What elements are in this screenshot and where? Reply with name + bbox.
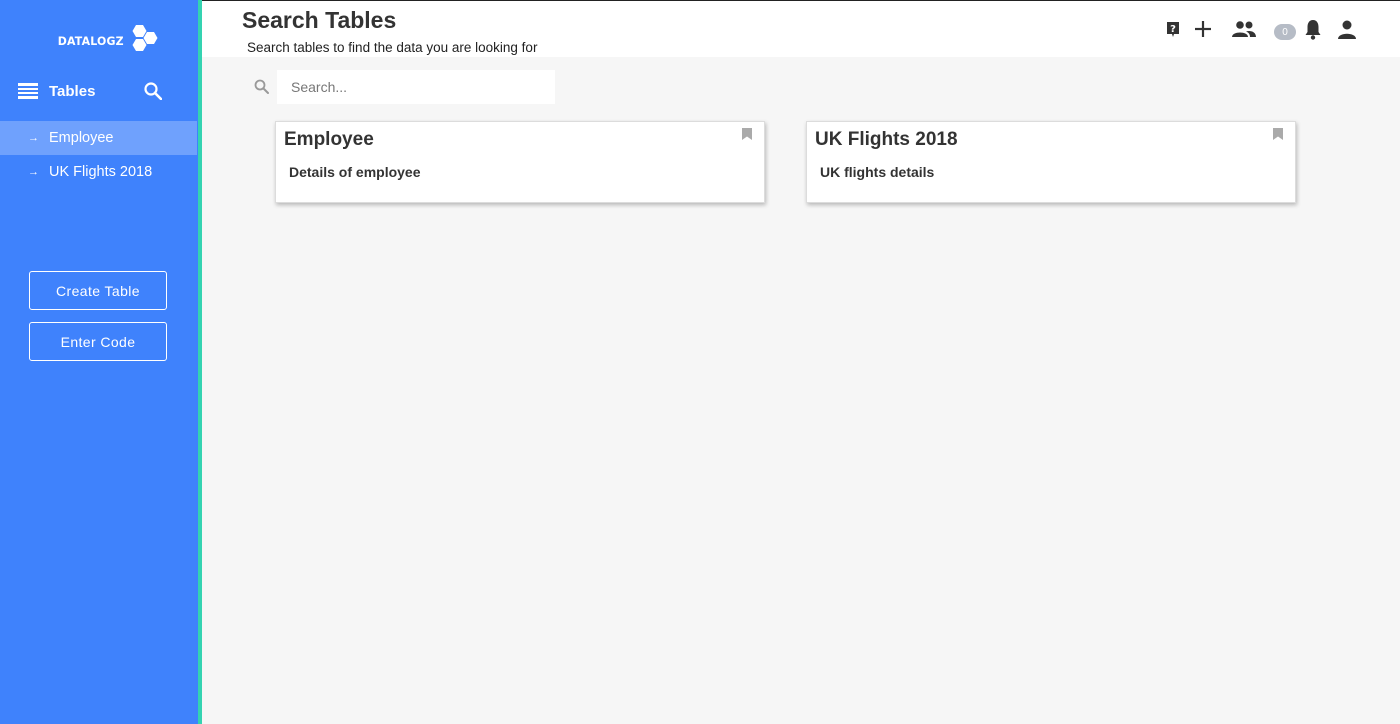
card-title: UK Flights 2018 — [815, 129, 958, 150]
bookmark-icon[interactable] — [1273, 127, 1283, 145]
card-description: Details of employee — [289, 164, 421, 180]
bell-icon[interactable] — [1304, 19, 1322, 40]
svg-text:?: ? — [1170, 24, 1176, 35]
sidebar-item-employee[interactable]: → Employee — [0, 121, 197, 155]
sidebar-accent-border — [198, 0, 202, 724]
arrow-right-icon: → — [28, 132, 39, 144]
logo-hexagons-icon — [132, 25, 158, 51]
help-icon[interactable]: ? — [1165, 21, 1181, 38]
search-icon — [254, 79, 269, 99]
arrow-right-icon: → — [28, 166, 39, 178]
header: Search Tables Search tables to find the … — [202, 0, 1400, 57]
bookmark-icon[interactable] — [742, 127, 752, 145]
table-card-employee[interactable]: Employee Details of employee — [275, 121, 765, 203]
notification-count-badge: 0 — [1274, 24, 1296, 40]
page-subtitle: Search tables to find the data you are l… — [247, 40, 538, 55]
table-list-icon — [18, 83, 38, 99]
tables-label: Tables — [49, 82, 96, 100]
create-table-button[interactable]: Create Table — [29, 271, 167, 310]
enter-code-button[interactable]: Enter Code — [29, 322, 167, 361]
sidebar: DATALOGZ Tables → Employee → UK Flights … — [0, 0, 198, 724]
card-description: UK flights details — [820, 164, 935, 180]
page-title: Search Tables — [242, 7, 397, 33]
sidebar-item-label: Employee — [49, 130, 114, 146]
sidebar-search-icon[interactable] — [144, 82, 163, 105]
user-icon[interactable] — [1337, 20, 1357, 39]
sidebar-item-label: UK Flights 2018 — [49, 164, 153, 180]
add-icon[interactable] — [1194, 20, 1212, 38]
logo-text: DATALOGZ — [57, 34, 124, 48]
table-card-uk-flights-2018[interactable]: UK Flights 2018 UK flights details — [806, 121, 1296, 203]
datalogz-logo[interactable]: DATALOGZ — [56, 22, 159, 60]
search-input[interactable] — [277, 70, 555, 104]
card-title: Employee — [284, 129, 374, 150]
sidebar-item-uk-flights-2018[interactable]: → UK Flights 2018 — [0, 155, 197, 189]
people-icon[interactable] — [1231, 21, 1257, 37]
